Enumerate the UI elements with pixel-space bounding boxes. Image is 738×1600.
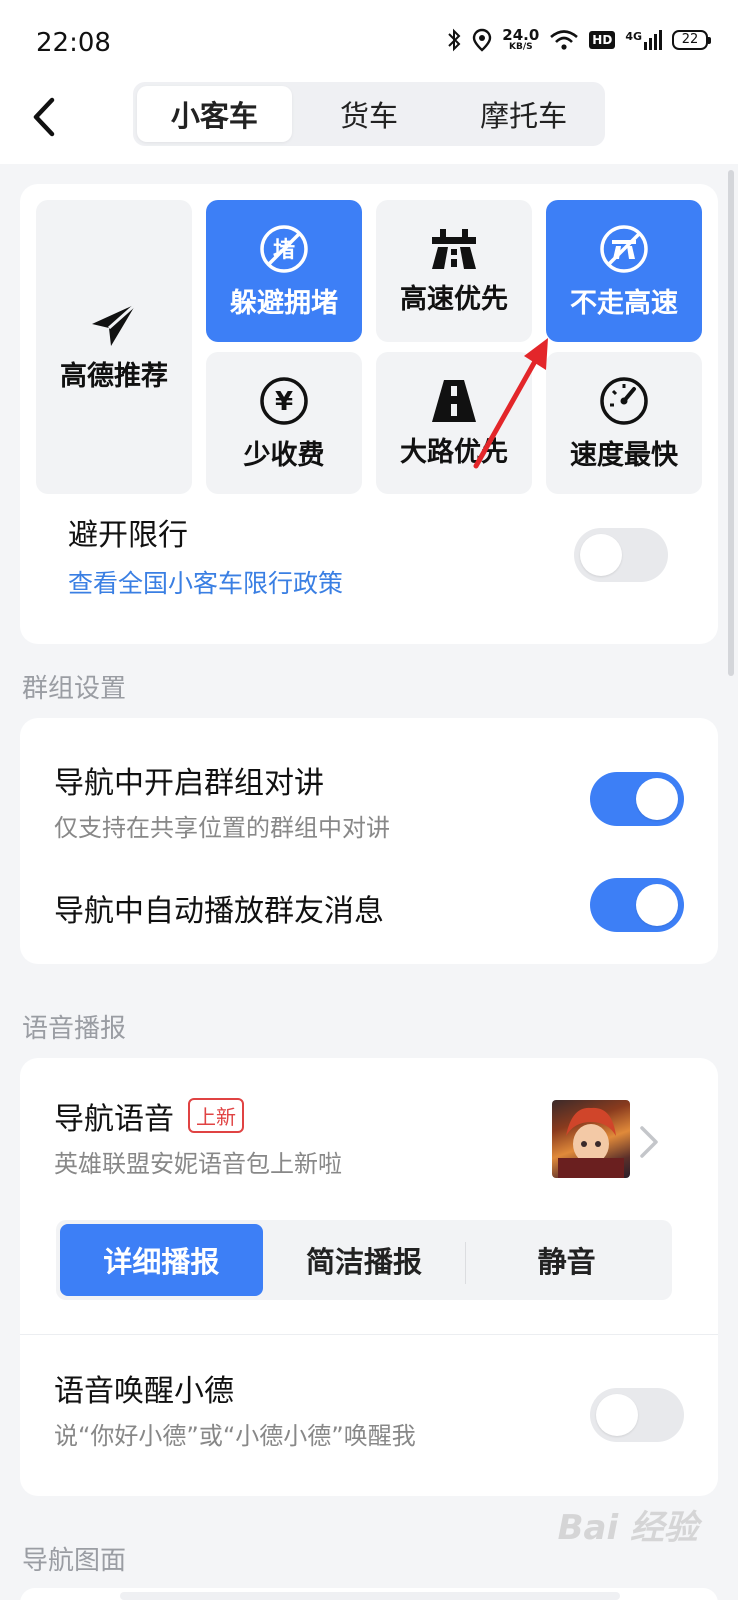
wifi-icon (550, 30, 579, 50)
tab-truck[interactable]: 货车 (292, 86, 447, 142)
voice-wake-row: 语音唤醒小德 说“你好小德”或“小德小德”唤醒我 (54, 1366, 416, 1451)
nav-voice-row[interactable]: 导航语音 上新 英雄联盟安妮语音包上新啦 (54, 1094, 342, 1179)
restriction-policy-link[interactable]: 查看全国小客车限行政策 (68, 564, 343, 600)
network-speed-value: 24.0 (502, 26, 540, 44)
toggle-knob (636, 884, 678, 926)
route-pref-fastest-label: 速度最快 (570, 439, 678, 471)
divider (20, 1334, 718, 1335)
back-button[interactable] (26, 94, 66, 140)
scrollbar[interactable] (728, 170, 734, 676)
voice-wake-toggle[interactable] (590, 1388, 684, 1442)
avoid-congestion-icon: 堵 (260, 224, 308, 273)
toggle-knob (580, 534, 622, 576)
route-pref-recommend-label: 高德推荐 (60, 360, 168, 392)
new-badge: 上新 (188, 1098, 244, 1133)
signal-type: 4G (625, 30, 642, 43)
route-pref-highway-first[interactable]: 高速优先 (376, 200, 532, 342)
route-preference-grid: 高德推荐 堵 躲避拥堵 高速优先 (36, 200, 702, 494)
route-pref-avoid-congestion-label: 躲避拥堵 (230, 287, 338, 319)
tab-motorcycle[interactable]: 摩托车 (446, 86, 601, 142)
chevron-right-icon[interactable] (638, 1124, 660, 1160)
mode-mute-label: 静音 (537, 1245, 596, 1279)
voice-broadcast-card: 导航语音 上新 英雄联盟安妮语音包上新啦 详细播报 简洁播报 静音 语音唤醒小德 … (20, 1058, 718, 1496)
mode-concise[interactable]: 简洁播报 (263, 1224, 466, 1296)
watermark: Bai 经验 (557, 1508, 698, 1548)
network-speed: 24.0 KB/S (502, 28, 539, 52)
route-pref-highway-first-label: 高速优先 (400, 283, 508, 315)
broadcast-mode-segment: 详细播报 简洁播报 静音 (56, 1220, 672, 1300)
group-intercom-row: 导航中开启群组对讲 仅支持在共享位置的群组中对讲 (54, 758, 390, 843)
highway-icon (432, 228, 476, 269)
mode-detailed[interactable]: 详细播报 (60, 1224, 263, 1296)
back-arrow-icon (33, 97, 55, 137)
toggle-knob (636, 778, 678, 820)
route-pref-fastest[interactable]: 速度最快 (546, 352, 702, 494)
yen-coin-icon: ¥ (260, 376, 308, 425)
toggle-knob (596, 1394, 638, 1436)
hd-badge: HD (589, 31, 616, 49)
vehicle-type-tabs: 小客车 货车 摩托车 (133, 82, 605, 146)
voice-wake-title: 语音唤醒小德 (54, 1374, 234, 1409)
group-autoplay-toggle[interactable] (590, 878, 684, 932)
group-intercom-title: 导航中开启群组对讲 (54, 766, 324, 801)
bluetooth-icon (448, 28, 461, 52)
battery-icon: 22 (672, 30, 711, 50)
no-highway-icon (600, 224, 648, 273)
route-pref-no-highway-label: 不走高速 (570, 287, 678, 319)
voice-pack-avatar[interactable] (552, 1100, 630, 1178)
network-speed-unit: KB/S (508, 42, 533, 52)
route-preference-card: 高德推荐 堵 躲避拥堵 高速优先 (20, 184, 718, 644)
voice-broadcast-title: 语音播报 (22, 1014, 127, 1044)
voice-wake-subtitle: 说“你好小德”或“小德小德”唤醒我 (54, 1422, 416, 1450)
location-icon (473, 28, 492, 52)
group-intercom-toggle[interactable] (590, 772, 684, 826)
status-bar: 22:08 24.0 KB/S HD 4G 22 (0, 0, 738, 80)
tab-car[interactable]: 小客车 (137, 86, 292, 142)
character-portrait-icon (558, 1107, 624, 1178)
restriction-row: 避开限行 查看全国小客车限行政策 (68, 510, 343, 600)
nav-voice-title-text: 导航语音 (54, 1102, 174, 1137)
status-icons: 24.0 KB/S HD 4G 22 (446, 28, 711, 52)
nav-voice-title: 导航语音 上新 (54, 1094, 342, 1138)
avoid-restriction-title: 避开限行 (68, 518, 188, 553)
route-pref-avoid-congestion[interactable]: 堵 躲避拥堵 (206, 200, 362, 342)
group-intercom-subtitle: 仅支持在共享位置的群组中对讲 (54, 814, 390, 842)
top-nav: 小客车 货车 摩托车 (0, 80, 738, 164)
route-pref-no-highway[interactable]: 不走高速 (546, 200, 702, 342)
nav-map-card (20, 1588, 718, 1600)
yen-glyph: ¥ (275, 387, 293, 417)
mode-mute[interactable]: 静音 (465, 1224, 668, 1296)
annotation-arrow-icon (473, 338, 548, 469)
status-time: 22:08 (36, 28, 111, 58)
paper-plane-icon (92, 302, 137, 346)
speedometer-icon (600, 376, 648, 425)
avoid-restriction-toggle[interactable] (574, 528, 668, 582)
cell-signal-icon: 4G (625, 30, 662, 50)
route-pref-less-toll[interactable]: ¥ 少收费 (206, 352, 362, 494)
nav-map-title: 导航图面 (22, 1546, 127, 1576)
group-settings-card: 导航中开启群组对讲 仅支持在共享位置的群组中对讲 导航中自动播放群友消息 (20, 718, 718, 964)
nav-map-option-strip (120, 1592, 620, 1600)
segment-divider (465, 1242, 467, 1284)
route-pref-less-toll-label: 少收费 (243, 439, 325, 471)
group-settings-title: 群组设置 (22, 674, 127, 704)
route-pref-recommend[interactable]: 高德推荐 (36, 200, 192, 494)
group-autoplay-title: 导航中自动播放群友消息 (54, 894, 384, 929)
nav-voice-subtitle: 英雄联盟安妮语音包上新啦 (54, 1150, 342, 1178)
